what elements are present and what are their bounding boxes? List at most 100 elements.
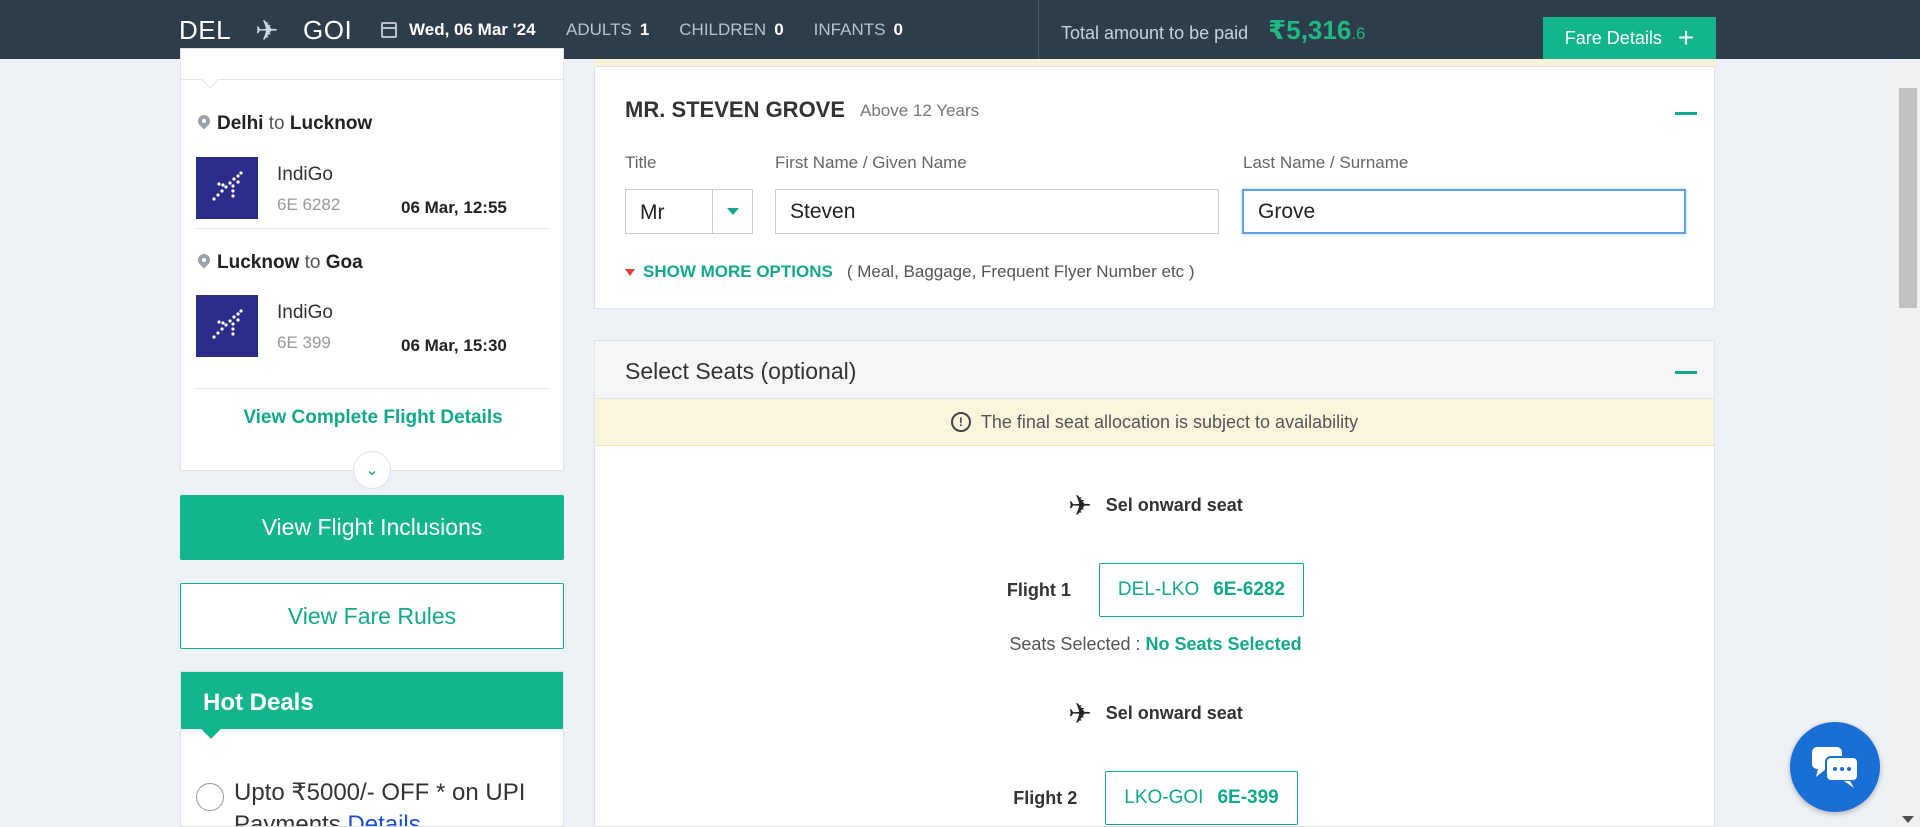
route-summary: DEL ✈ GOI <box>179 14 352 47</box>
hot-deals-card: Hot Deals Upto ₹5000/- OFF * on UPI Paym… <box>180 671 564 827</box>
leg-2-to-word: to <box>304 252 321 273</box>
first-name-input[interactable] <box>775 189 1219 234</box>
location-pin-icon <box>197 115 211 133</box>
plane-icon: ✈ <box>1068 490 1092 521</box>
leg-1-time: 06 Mar, 12:55 <box>401 198 507 217</box>
view-complete-flight-details-link[interactable]: View Complete Flight Details <box>181 407 565 429</box>
flight-2-route: LKO-GOI <box>1124 787 1204 808</box>
title-select[interactable]: Mr <box>625 189 753 234</box>
airline-logo-icon <box>212 309 243 339</box>
flight-1-route: DEL-LKO <box>1117 579 1200 600</box>
origin-code: DEL <box>179 15 232 45</box>
traveller-age: Above 12 Years <box>860 101 980 120</box>
title-label: Title <box>625 153 657 172</box>
seat-allocation-note: ! The final seat allocation is subject t… <box>595 399 1714 446</box>
scrollbar-thumb[interactable] <box>1899 88 1917 308</box>
airline-logo-icon <box>212 171 243 201</box>
total-label: Total amount to be paid <box>1061 23 1249 43</box>
leg-1-to: Lucknow <box>289 113 373 134</box>
traveller-name: MR. STEVEN GROVE <box>625 97 846 122</box>
seat-note-text: The final seat allocation is subject to … <box>980 411 1359 432</box>
leg-1-to-word: to <box>268 113 285 134</box>
children-label: CHILDREN <box>679 20 767 39</box>
leg-divider <box>196 228 549 229</box>
infants-count: 0 <box>893 20 903 39</box>
traveller-card: MR. STEVEN GROVE Above 12 Years Title Fi… <box>594 66 1715 309</box>
seats-selected-status: Seats Selected : No Seats Selected <box>595 634 1716 655</box>
travel-date: Wed, 06 Mar '24 <box>381 20 536 40</box>
calendar-icon <box>381 22 397 38</box>
onward-seat-label: Sel onward seat <box>1105 495 1243 515</box>
leg-1-flight-code: 6E 6282 <box>277 195 341 214</box>
infants-label: INFANTS <box>813 20 886 39</box>
scroll-down-arrow-icon[interactable] <box>1902 816 1914 823</box>
flight-2-label: Flight 2 <box>1013 787 1078 808</box>
deal-radio[interactable] <box>196 783 224 811</box>
travel-date-text: Wed, 06 Mar '24 <box>409 20 536 39</box>
view-fare-rules-button[interactable]: View Fare Rules <box>180 583 564 649</box>
flight-2-seat-button[interactable]: LKO-GOI 6E-399 <box>1105 771 1298 825</box>
first-name-label: First Name / Given Name <box>775 153 967 172</box>
page-scrollbar[interactable] <box>1896 59 1920 827</box>
title-value: Mr <box>640 201 665 224</box>
deal-details-link[interactable]: Details <box>347 811 420 826</box>
total-amount: Total amount to be paid ₹5,316.6 <box>1061 15 1366 46</box>
leg-1-heading: Delhi to Lucknow <box>197 113 372 135</box>
hot-deals-title: Hot Deals <box>181 672 563 729</box>
leg-divider <box>196 388 549 389</box>
leg-2-time: 06 Mar, 15:30 <box>401 336 507 355</box>
chevron-down-icon[interactable]: ⌄ <box>353 451 391 489</box>
deal-option[interactable]: Upto ₹5000/- OFF * on UPI Payments Detai… <box>196 777 563 826</box>
select-seats-title: Select Seats (optional) <box>625 358 857 384</box>
plane-icon: ✈ <box>1068 698 1092 729</box>
flight-2-code: 6E-399 <box>1217 787 1279 808</box>
total-value: ₹5,316 <box>1268 15 1351 46</box>
caret-down-icon[interactable] <box>712 190 752 233</box>
caret-down-icon <box>625 268 635 276</box>
destination-code: GOI <box>303 15 353 45</box>
leg-2-to: Goa <box>325 252 363 273</box>
onward-seat-label: Sel onward seat <box>1105 703 1243 723</box>
adults-label: ADULTS <box>566 20 632 39</box>
plane-icon: ✈ <box>255 15 280 46</box>
total-main: 5,316 <box>1286 15 1352 45</box>
indigo-logo <box>196 157 258 219</box>
show-more-options-link[interactable]: SHOW MORE OPTIONS <box>643 262 833 282</box>
view-flight-inclusions-button[interactable]: View Flight Inclusions <box>180 495 564 560</box>
seats-selected-label: Seats Selected : <box>1009 634 1141 654</box>
last-name-input[interactable] <box>1242 189 1686 234</box>
leg-1-airline: IndiGo <box>277 164 333 185</box>
select-seats-card: Select Seats (optional) ! The final seat… <box>594 340 1715 827</box>
flight-summary-card: Delhi to Lucknow IndiGo 6E 6282 06 Mar, … <box>180 48 565 489</box>
fare-details-button[interactable]: Fare Details + <box>1543 17 1716 59</box>
fare-details-label: Fare Details <box>1564 27 1662 48</box>
chat-button[interactable] <box>1790 722 1880 812</box>
flight-1-label: Flight 1 <box>1006 579 1071 600</box>
flight-2-row: Flight 2 LKO-GOI 6E-399 <box>595 771 1716 825</box>
show-more-options[interactable]: SHOW MORE OPTIONS ( Meal, Baggage, Frequ… <box>625 262 1195 282</box>
children-count: 0 <box>774 20 784 39</box>
card-divider <box>181 79 563 80</box>
card-notch <box>201 71 219 89</box>
header-divider <box>1038 0 1039 59</box>
location-pin-icon <box>197 254 211 272</box>
onward-seat-heading-1: ✈ Sel onward seat <box>595 489 1716 522</box>
leg-2-flight-code: 6E 399 <box>277 333 331 352</box>
select-seats-header: Select Seats (optional) <box>595 341 1714 399</box>
collapse-icon[interactable] <box>1675 112 1697 115</box>
collapse-icon[interactable] <box>1675 371 1697 374</box>
last-name-label: Last Name / Surname <box>1243 153 1409 172</box>
flight-1-row: Flight 1 DEL-LKO 6E-6282 <box>595 563 1716 617</box>
leg-1-from: Delhi <box>217 113 264 134</box>
info-icon: ! <box>950 412 971 432</box>
plus-icon: + <box>1677 22 1695 53</box>
chat-icon <box>1812 747 1859 788</box>
indigo-logo <box>196 295 258 357</box>
passenger-counts: ADULTS 1 CHILDREN 0 INFANTS 0 <box>566 20 903 40</box>
more-options-hint: ( Meal, Baggage, Frequent Flyer Number e… <box>846 262 1195 281</box>
flight-1-seat-button[interactable]: DEL-LKO 6E-6282 <box>1098 563 1305 617</box>
total-decimal: .6 <box>1351 24 1366 43</box>
leg-2-from: Lucknow <box>217 252 300 273</box>
rupee-symbol: ₹ <box>1268 15 1287 45</box>
onward-seat-heading-2: ✈ Sel onward seat <box>595 697 1716 730</box>
